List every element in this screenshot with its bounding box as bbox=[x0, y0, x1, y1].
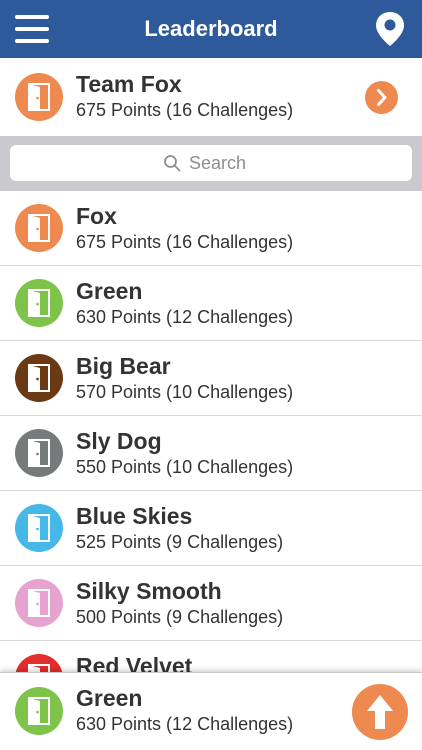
entry-name: Fox bbox=[76, 203, 117, 229]
search-input[interactable] bbox=[189, 152, 259, 174]
current-team-points: 630 Points (12 Challenges) bbox=[76, 714, 294, 734]
team-avatar bbox=[15, 579, 63, 627]
entry-name: Green bbox=[76, 278, 143, 304]
team-avatar bbox=[15, 687, 63, 735]
list-item[interactable]: Silky Smooth 500 Points (9 Challenges) bbox=[0, 566, 422, 641]
page-title: Leaderboard bbox=[144, 16, 278, 41]
entry-name: Big Bear bbox=[76, 353, 171, 379]
scroll-to-position-button[interactable] bbox=[352, 684, 408, 740]
search-field[interactable] bbox=[10, 145, 412, 181]
entry-points: 550 Points (10 Challenges) bbox=[76, 457, 294, 477]
entry-points: 675 Points (16 Challenges) bbox=[76, 232, 294, 252]
entry-points: 525 Points (9 Challenges) bbox=[76, 532, 284, 552]
entry-points: 630 Points (12 Challenges) bbox=[76, 307, 294, 327]
door-icon bbox=[28, 697, 50, 725]
search-icon bbox=[164, 155, 181, 172]
chevron-right-icon bbox=[377, 89, 387, 106]
team-points: 675 Points (16 Challenges) bbox=[76, 100, 294, 120]
list-item[interactable]: Green 630 Points (12 Challenges) bbox=[0, 266, 422, 341]
list-item[interactable]: Red Velvet bbox=[0, 641, 422, 672]
current-team-bar[interactable]: Green 630 Points (12 Challenges) bbox=[0, 672, 422, 750]
team-banner[interactable]: Team Fox 675 Points (16 Challenges) bbox=[0, 58, 422, 136]
door-icon bbox=[28, 439, 50, 467]
entry-name: Red Velvet bbox=[76, 653, 193, 672]
list-item[interactable]: Fox 675 Points (16 Challenges) bbox=[0, 191, 422, 266]
team-avatar bbox=[15, 354, 63, 402]
door-icon bbox=[28, 664, 50, 672]
door-icon bbox=[28, 289, 50, 317]
entry-points: 500 Points (9 Challenges) bbox=[76, 607, 284, 627]
entry-name: Blue Skies bbox=[76, 503, 193, 529]
team-avatar bbox=[15, 504, 63, 552]
entry-name: Silky Smooth bbox=[76, 578, 222, 604]
entry-points: 570 Points (10 Challenges) bbox=[76, 382, 294, 402]
door-icon bbox=[28, 589, 50, 617]
team-avatar bbox=[15, 279, 63, 327]
nav-bar: Leaderboard bbox=[0, 0, 422, 58]
arrow-up-icon bbox=[367, 695, 393, 729]
door-icon bbox=[28, 83, 50, 111]
search-bar bbox=[0, 136, 422, 191]
door-icon bbox=[28, 214, 50, 242]
team-avatar bbox=[15, 204, 63, 252]
team-detail-button[interactable] bbox=[365, 81, 398, 114]
door-icon bbox=[28, 514, 50, 542]
list-item[interactable]: Big Bear 570 Points (10 Challenges) bbox=[0, 341, 422, 416]
current-team-name: Green bbox=[76, 685, 143, 711]
team-avatar bbox=[15, 73, 63, 121]
team-avatar bbox=[15, 654, 63, 672]
map-pin-icon bbox=[376, 12, 404, 46]
location-button[interactable] bbox=[374, 11, 406, 47]
list-item[interactable]: Blue Skies 525 Points (9 Challenges) bbox=[0, 491, 422, 566]
leaderboard-list[interactable]: Fox 675 Points (16 Challenges) Green 630… bbox=[0, 191, 422, 672]
entry-name: Sly Dog bbox=[76, 428, 162, 454]
team-name: Team Fox bbox=[76, 71, 182, 97]
team-avatar bbox=[15, 429, 63, 477]
door-icon bbox=[28, 364, 50, 392]
list-item[interactable]: Sly Dog 550 Points (10 Challenges) bbox=[0, 416, 422, 491]
